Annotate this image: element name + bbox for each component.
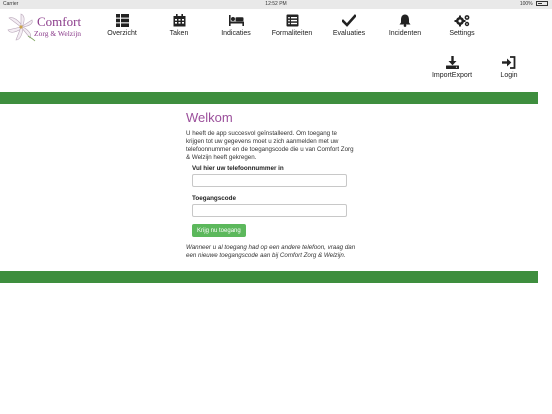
calendar-icon: [173, 14, 185, 27]
nav-importexport[interactable]: ImportExport: [424, 56, 480, 79]
nav-incidenten-label: Incidenten: [388, 30, 422, 37]
nav-settings[interactable]: Settings: [434, 14, 490, 37]
checkmark-icon: [342, 14, 356, 27]
help-note: Wanneer u al toegang had op een andere t…: [186, 244, 356, 259]
nav-settings-label: Settings: [449, 30, 475, 37]
grid-list-icon: [115, 14, 129, 27]
access-code-input[interactable]: [192, 204, 347, 217]
battery-icon: [536, 1, 548, 6]
phone-label: Vul hier uw telefoonnummer in: [192, 165, 284, 172]
login-icon: [502, 56, 516, 69]
list-alt-icon: [286, 14, 298, 27]
gears-icon: [454, 15, 469, 27]
battery-percent: 100%: [519, 1, 533, 7]
nav-taken-label: Taken: [169, 30, 189, 37]
nav-indicaties-label: Indicaties: [221, 30, 251, 37]
app-logo: Comfort Zorg & Welzijn: [6, 12, 92, 42]
get-access-button[interactable]: Krijg nu toegang: [192, 224, 246, 237]
welcome-panel: Welkom U heeft de app succesvol geïnstal…: [186, 110, 356, 162]
nav-formaliteiten[interactable]: Formaliteiten: [264, 14, 320, 37]
nav-login[interactable]: Login: [481, 56, 537, 79]
access-code-label: Toegangscode: [192, 195, 236, 202]
bell-icon: [399, 14, 411, 27]
header-divider-bar: [0, 92, 538, 104]
footer-divider-bar: [0, 271, 538, 283]
nav-formaliteiten-label: Formaliteiten: [271, 30, 313, 37]
status-bar: Carrier 12:52 PM 100%: [0, 0, 552, 9]
nav-evaluaties-label: Evaluaties: [332, 30, 366, 37]
brand-subtitle: Zorg & Welzijn: [34, 29, 82, 38]
nav-evaluaties[interactable]: Evaluaties: [321, 14, 377, 37]
intro-text: U heeft de app succesvol geïnstalleerd. …: [186, 130, 354, 161]
nav-overzicht-label: Overzicht: [107, 30, 137, 37]
nav-taken[interactable]: Taken: [151, 14, 207, 37]
nav-indicaties[interactable]: Indicaties: [208, 14, 264, 37]
nav-overzicht[interactable]: Overzicht: [94, 14, 150, 37]
download-icon: [445, 56, 459, 69]
bed-icon: [228, 15, 244, 26]
nav-importexport-label: ImportExport: [431, 72, 473, 79]
lily-flower-icon: [7, 13, 36, 42]
battery-indicator: 100%: [520, 1, 548, 7]
clock: 12:52 PM: [265, 1, 287, 7]
page-title: Welkom: [186, 110, 233, 125]
phone-input[interactable]: [192, 174, 347, 187]
nav-incidenten[interactable]: Incidenten: [377, 14, 433, 37]
brand-name: Comfort: [37, 14, 82, 29]
nav-login-label: Login: [500, 72, 518, 79]
